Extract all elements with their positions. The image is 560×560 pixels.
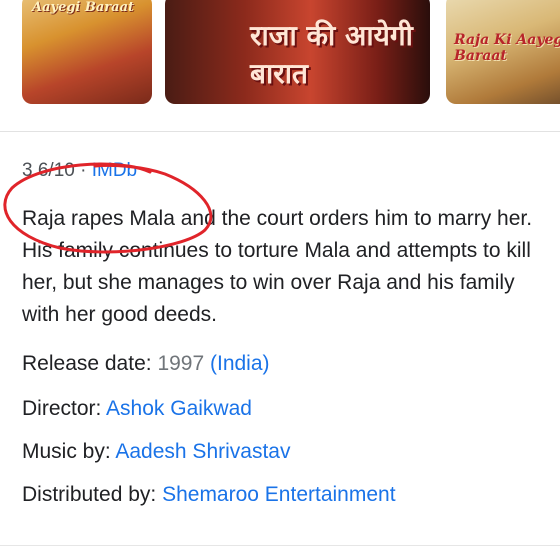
section-divider [0,131,560,132]
movie-poster-thumbnail[interactable]: Aayegi Baraat [22,0,152,104]
poster-title: Raja Ki Aayegi Baraat [454,32,560,64]
director-label: Director: [22,397,102,420]
rating-separator: · [80,160,87,181]
movie-poster-thumbnail[interactable]: Raja Ki Aayegi Baraat [446,0,560,104]
image-carousel: Aayegi Baraat राजा की आयेगी बारात Raja K… [0,0,560,104]
release-date-row: Release date: 1997 (India) [22,352,270,376]
director-row: Director: Ashok Gaikwad [22,397,252,421]
release-country-link[interactable]: (India) [210,352,270,375]
poster-title: राजा की आयेगी बारात [250,19,413,90]
rating-line: 3.6/10 · IMDb [22,160,137,182]
distributor-link[interactable]: Shemaroo Entertainment [162,483,395,506]
rating-score: 3.6/10 [22,160,75,181]
director-link[interactable]: Ashok Gaikwad [106,397,252,420]
poster-title: Aayegi Baraat [32,0,135,15]
distributor-label: Distributed by: [22,483,157,506]
movie-description: Raja rapes Mala and the court orders him… [22,207,533,326]
music-label: Music by: [22,440,111,463]
rating-source-link[interactable]: IMDb [92,160,137,181]
movie-poster-thumbnail[interactable]: राजा की आयेगी बारात [165,0,430,104]
distributor-row: Distributed by: Shemaroo Entertainment [22,483,396,507]
music-composer-link[interactable]: Aadesh Shrivastav [115,440,290,463]
bottom-divider [0,545,560,546]
music-row: Music by: Aadesh Shrivastav [22,440,290,464]
release-date-label: Release date: [22,352,152,375]
release-year: 1997 [157,352,205,375]
